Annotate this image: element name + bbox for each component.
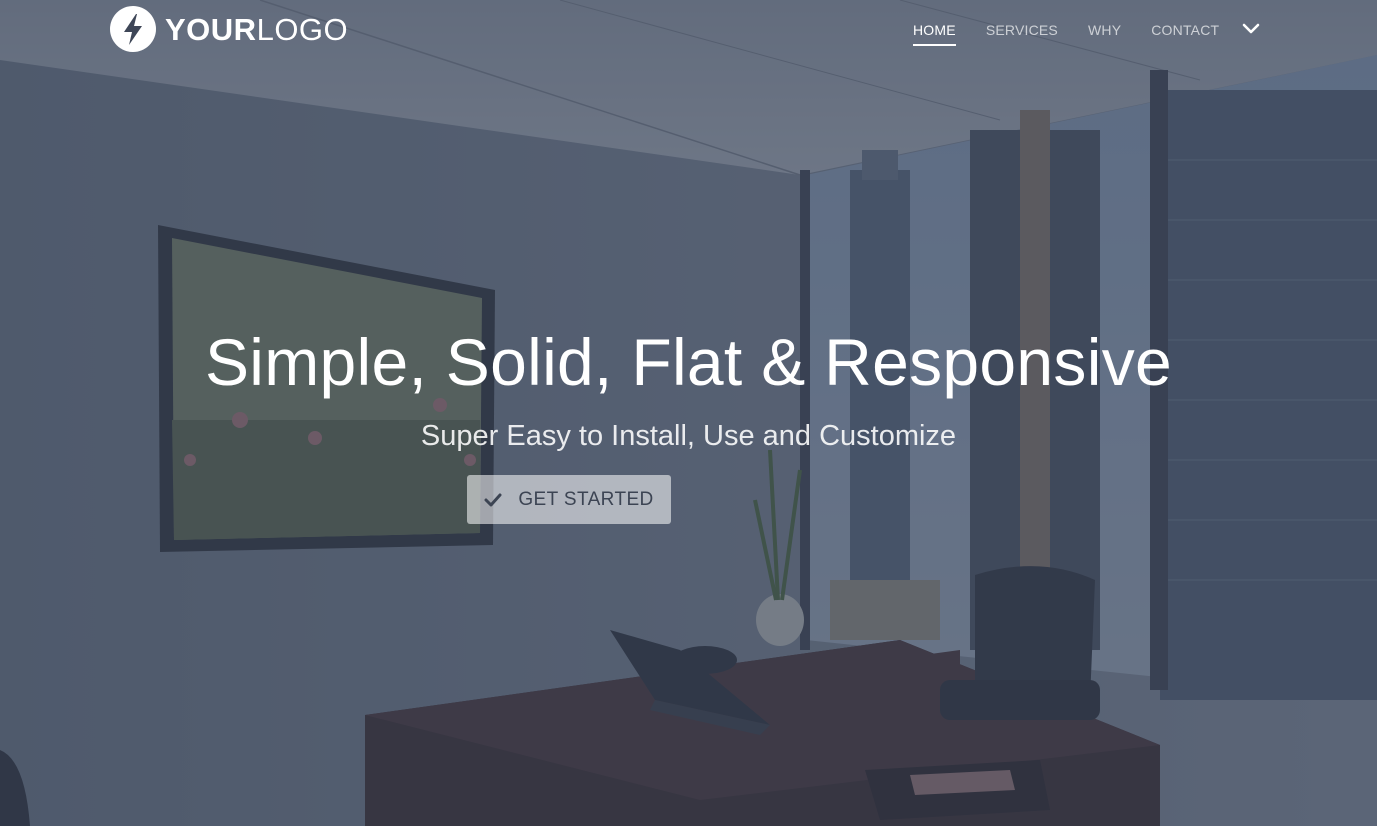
top-navbar: YOURLOGO HOME SERVICES WHY CONTACT (0, 0, 1377, 62)
nav-item-why[interactable]: WHY (1073, 12, 1136, 46)
nav-item-contact[interactable]: CONTACT (1136, 12, 1234, 46)
logo-text-bold: YOUR (165, 11, 257, 47)
nav-item-services[interactable]: SERVICES (971, 12, 1073, 46)
chevron-down-icon[interactable] (1242, 22, 1260, 36)
hero-section: YOURLOGO HOME SERVICES WHY CONTACT Simpl… (0, 0, 1377, 826)
nav-item-home[interactable]: HOME (898, 12, 971, 46)
logo-text: YOURLOGO (165, 14, 348, 45)
background-overlay (0, 0, 1377, 826)
nav-menu: HOME SERVICES WHY CONTACT (898, 12, 1260, 46)
check-icon (484, 493, 502, 506)
hero-subtitle: Super Easy to Install, Use and Customize (420, 420, 957, 452)
get-started-label: GET STARTED (518, 488, 654, 510)
logo-text-light: LOGO (256, 11, 349, 47)
lightning-bolt-icon (110, 6, 156, 52)
hero-title: Simple, Solid, Flat & Responsive (204, 325, 1173, 399)
site-logo[interactable]: YOURLOGO (110, 6, 348, 52)
get-started-button[interactable]: GET STARTED (467, 475, 671, 524)
